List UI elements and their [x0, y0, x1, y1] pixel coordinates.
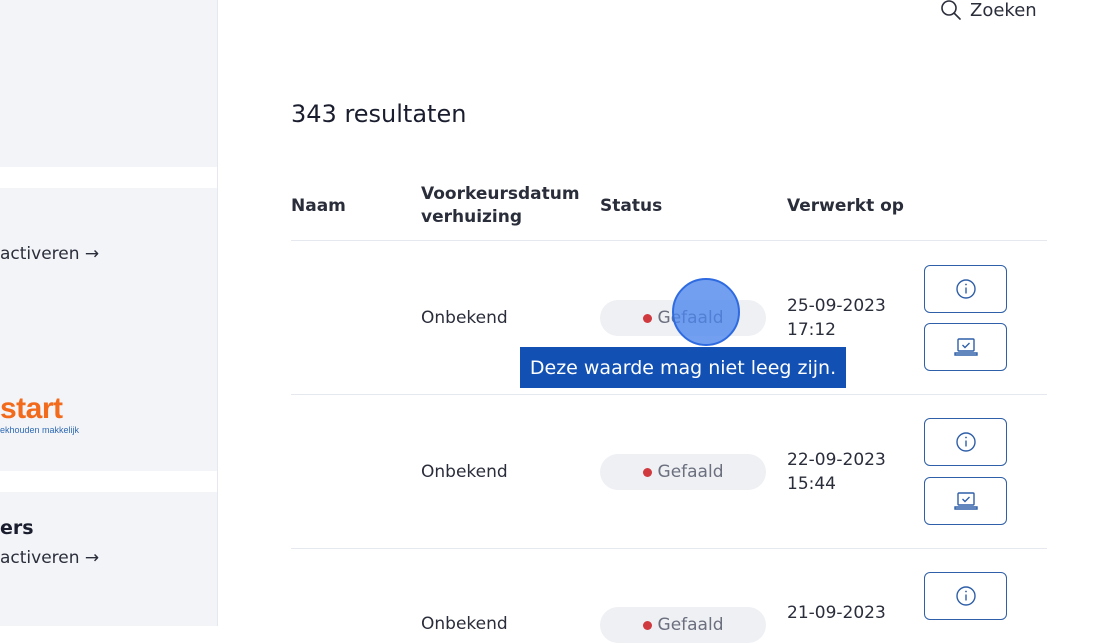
- cell-voorkeursdatum: Onbekend: [421, 462, 508, 482]
- activate-link[interactable]: activeren →: [0, 548, 99, 568]
- table-divider: [291, 394, 1047, 395]
- info-icon: [955, 586, 976, 606]
- cell-verwerkt-time: 15:44: [787, 474, 836, 494]
- sidebar-card: activeren → start ekhouden makkelijk: [0, 188, 217, 471]
- table-divider: [291, 240, 1047, 241]
- search-button[interactable]: Zoeken: [940, 0, 1037, 21]
- review-button[interactable]: [924, 477, 1007, 525]
- click-indicator: [672, 278, 740, 346]
- status-badge: Gefaald: [600, 454, 766, 490]
- table-divider: [291, 548, 1047, 549]
- column-header-verwerkt[interactable]: Verwerkt op: [787, 195, 904, 218]
- laptop-check-icon: [953, 338, 978, 356]
- status-dot-icon: [642, 313, 652, 323]
- status-dot-icon: [642, 620, 652, 630]
- validation-tooltip: Deze waarde mag niet leeg zijn.: [520, 347, 846, 388]
- column-header-naam[interactable]: Naam: [291, 195, 346, 218]
- status-badge: Gefaald: [600, 607, 766, 643]
- laptop-check-icon: [953, 492, 978, 510]
- status-label: Gefaald: [657, 615, 724, 635]
- sidebar-card: ers activeren →: [0, 492, 217, 626]
- column-header-status[interactable]: Status: [600, 195, 662, 218]
- column-header-line: Voorkeursdatum: [421, 184, 580, 204]
- search-icon: [940, 0, 962, 21]
- column-header-line: verhuizing: [421, 207, 523, 227]
- sidebar-card-title: ers: [0, 517, 34, 539]
- info-button[interactable]: [924, 265, 1007, 313]
- column-header-voorkeursdatum[interactable]: Voorkeursdatum verhuizing: [421, 183, 580, 229]
- review-button[interactable]: [924, 323, 1007, 371]
- activate-link[interactable]: activeren →: [0, 244, 99, 264]
- cell-voorkeursdatum: Onbekend: [421, 614, 508, 634]
- info-button[interactable]: [924, 572, 1007, 620]
- cell-verwerkt-date: 21-09-2023: [787, 603, 886, 623]
- cell-verwerkt-time: 17:12: [787, 320, 836, 340]
- info-icon: [955, 279, 976, 299]
- status-label: Gefaald: [657, 462, 724, 482]
- results-count: 343 resultaten: [291, 100, 467, 128]
- logo-text: start: [0, 392, 63, 425]
- info-icon: [955, 432, 976, 452]
- status-dot-icon: [642, 467, 652, 477]
- sidebar: activeren → start ekhouden makkelijk ers…: [0, 0, 218, 626]
- cell-verwerkt-date: 25-09-2023: [787, 296, 886, 316]
- info-button[interactable]: [924, 418, 1007, 466]
- sidebar-card: [0, 0, 217, 167]
- cell-verwerkt-date: 22-09-2023: [787, 450, 886, 470]
- logo-subtitle: ekhouden makkelijk: [0, 425, 80, 435]
- search-label: Zoeken: [970, 0, 1037, 21]
- cell-voorkeursdatum: Onbekend: [421, 308, 508, 328]
